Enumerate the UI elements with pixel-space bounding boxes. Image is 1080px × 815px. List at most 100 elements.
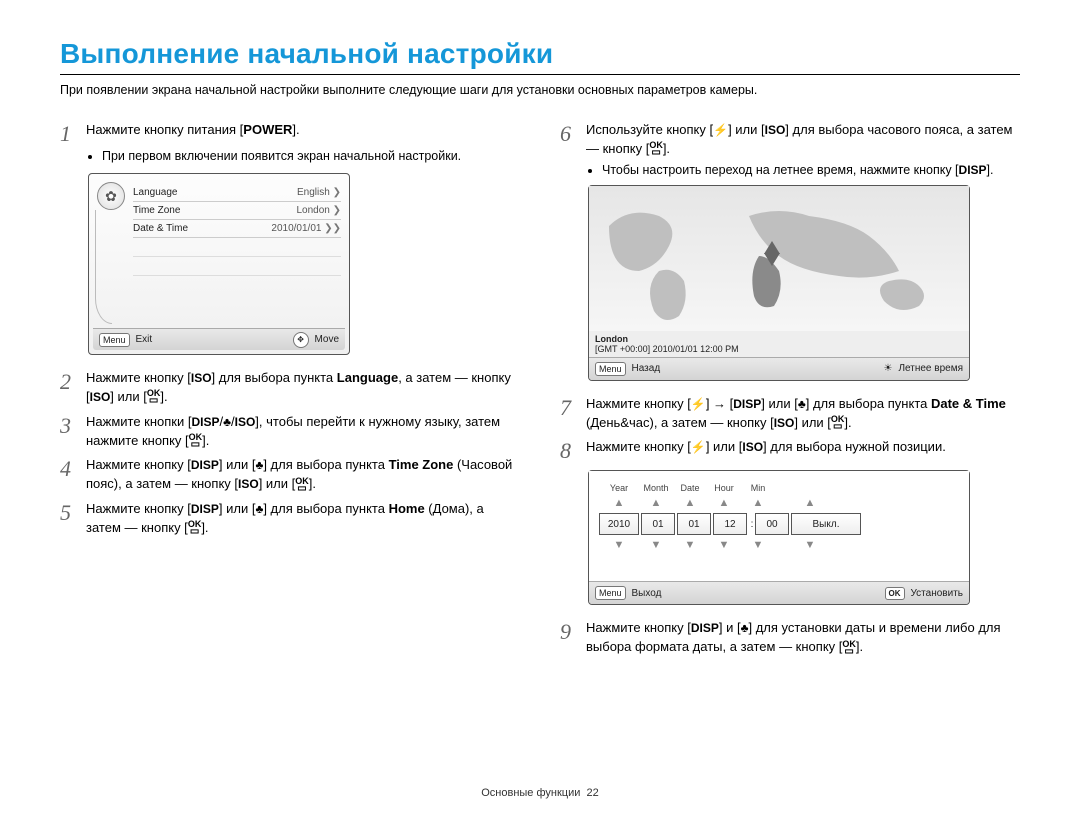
arrow-down-icon: ▼: [599, 539, 639, 551]
arrow-up-icon: ▲: [775, 497, 845, 509]
decorative-line: [95, 210, 112, 324]
step-number: 9: [560, 619, 586, 657]
t: ] или [: [706, 439, 743, 454]
step-number: 7: [560, 395, 586, 433]
cell-date: 01: [677, 513, 711, 535]
step-4: 4 Нажмите кнопку [DISP] или [♣] для выбо…: [60, 456, 520, 494]
iso-icon: ISO: [742, 440, 763, 454]
step-1: 1 Нажмите кнопку питания [POWER].: [60, 121, 520, 145]
step-number: 8: [560, 438, 586, 462]
arrow-down-icon: ▼: [673, 539, 707, 551]
city-label: London: [595, 334, 963, 344]
menu-label: Date & Time: [133, 223, 188, 234]
bullet-text: При первом включении появится экран нача…: [102, 149, 520, 163]
macro-icon: ♣: [223, 415, 231, 429]
t: ].: [309, 476, 316, 491]
exit-label: Exit: [136, 334, 153, 345]
step-number: 3: [60, 413, 86, 451]
hdr-min: Min: [741, 483, 775, 493]
screenshot-date-time: Year Month Date Hour Min ▲▲▲▲▲▲ 2010 01 …: [588, 470, 970, 605]
timezone-label: Time Zone: [389, 457, 454, 472]
ok-icon: OK▭: [649, 141, 663, 157]
bullet-text: Чтобы настроить переход на летнее время,…: [602, 163, 959, 177]
step-text: Нажмите кнопку питания [: [86, 122, 243, 137]
screenshot-initial-setup: ✿ Language English ❯ Time Zone London ❯ …: [88, 173, 350, 355]
t: ] или [: [259, 476, 296, 491]
arrow-down-icon: ▼: [775, 539, 845, 551]
footer-page: 22: [587, 787, 599, 799]
step-6-bullet: Чтобы настроить переход на летнее время,…: [588, 163, 1020, 177]
page-title: Выполнение начальной настройки: [60, 38, 1020, 70]
ok-icon: OK▭: [189, 433, 203, 449]
dpad-icon: ✥: [293, 332, 309, 348]
step-5: 5 Нажмите кнопку [DISP] или [♣] для выбо…: [60, 500, 520, 538]
ok-icon: OK▭: [295, 477, 309, 493]
gmt-info: [GMT +00:00] 2010/01/01 12:00 PM: [595, 344, 963, 354]
step-number: 6: [560, 121, 586, 159]
datetime-label: Date & Time: [931, 396, 1006, 411]
hdr-month: Month: [639, 483, 673, 493]
menu-row-empty: [133, 257, 341, 276]
step-number: 2: [60, 369, 86, 407]
iso-icon: ISO: [235, 415, 256, 429]
menu-row-empty: [133, 276, 341, 294]
move-label: Move: [315, 334, 339, 345]
set-label: Установить: [911, 588, 964, 599]
menu-value: English: [297, 187, 330, 198]
footer-bar: Menu Exit ✥ Move: [93, 328, 345, 350]
ok-icon: OK▭: [188, 520, 202, 536]
step-6: 6 Используйте кнопку [⚡] или [ISO] для в…: [560, 121, 1020, 159]
right-column: 6 Используйте кнопку [⚡] или [ISO] для в…: [560, 115, 1020, 661]
t: ].: [160, 389, 167, 404]
world-map: [589, 186, 969, 331]
cell-off: Выкл.: [791, 513, 861, 535]
t: ] или [: [761, 396, 798, 411]
menu-key: Menu: [595, 362, 626, 376]
step-9: 9 Нажмите кнопку [DISP] и [♣] для устано…: [560, 619, 1020, 657]
disp-icon: DISP: [691, 621, 719, 635]
t: Нажмите кнопку [: [86, 501, 191, 516]
cell-month: 01: [641, 513, 675, 535]
menu-row: Language English ❯: [133, 184, 341, 202]
cell-min: 00: [755, 513, 789, 535]
t: ] для выбора пункта: [263, 457, 388, 472]
t: ] для выбора пункта: [263, 501, 388, 516]
iso-icon: ISO: [90, 390, 111, 404]
t: ] или [: [110, 389, 147, 404]
step-number: 1: [60, 121, 86, 145]
home-label: Home: [389, 501, 425, 516]
arrow-up-icon: ▲: [707, 497, 741, 509]
disp-icon: DISP: [959, 163, 987, 177]
t: Используйте кнопку [: [586, 122, 713, 137]
arrow-up-icon: ▲: [599, 497, 639, 509]
left-column: 1 Нажмите кнопку питания [POWER]. При пе…: [60, 115, 520, 661]
menu-label: Language: [133, 187, 178, 198]
t: ] для выбора нужной позиции.: [763, 439, 946, 454]
t: ] или [: [728, 122, 765, 137]
page-footer: Основные функции 22: [0, 787, 1080, 799]
bullet-text: ].: [987, 163, 994, 177]
exit-label: Выход: [632, 588, 662, 599]
t: ] для выбора пункта: [806, 396, 931, 411]
t: ].: [856, 639, 863, 654]
step-2: 2 Нажмите кнопку [ISO] для выбора пункта…: [60, 369, 520, 407]
title-rule: [60, 74, 1020, 75]
flash-icon: ⚡: [691, 397, 706, 411]
step-number: 4: [60, 456, 86, 494]
dst-label: Летнее время: [898, 363, 963, 374]
disp-icon: DISP: [191, 415, 219, 429]
t: Нажмите кнопку [: [86, 370, 191, 385]
flash-icon: ⚡: [713, 123, 728, 137]
flash-icon: ⚡: [691, 440, 706, 454]
datetime-body: Year Month Date Hour Min ▲▲▲▲▲▲ 2010 01 …: [589, 471, 969, 581]
arrow-up-icon: ▲: [673, 497, 707, 509]
iso-icon: ISO: [774, 416, 795, 430]
step-8: 8 Нажмите кнопку [⚡] или [ISO] для выбор…: [560, 438, 1020, 462]
footer-bar: Menu Назад ☀ Летнее время: [589, 357, 969, 380]
arrow-down-icon: ▼: [741, 539, 775, 551]
hdr-year: Year: [599, 483, 639, 493]
chevron-right-icon: ❯: [333, 205, 341, 216]
t: ] → [: [706, 396, 733, 411]
menu-row: Date & Time 2010/01/01 ❯❯: [133, 220, 341, 238]
intro-text: При появлении экрана начальной настройки…: [60, 83, 1020, 97]
